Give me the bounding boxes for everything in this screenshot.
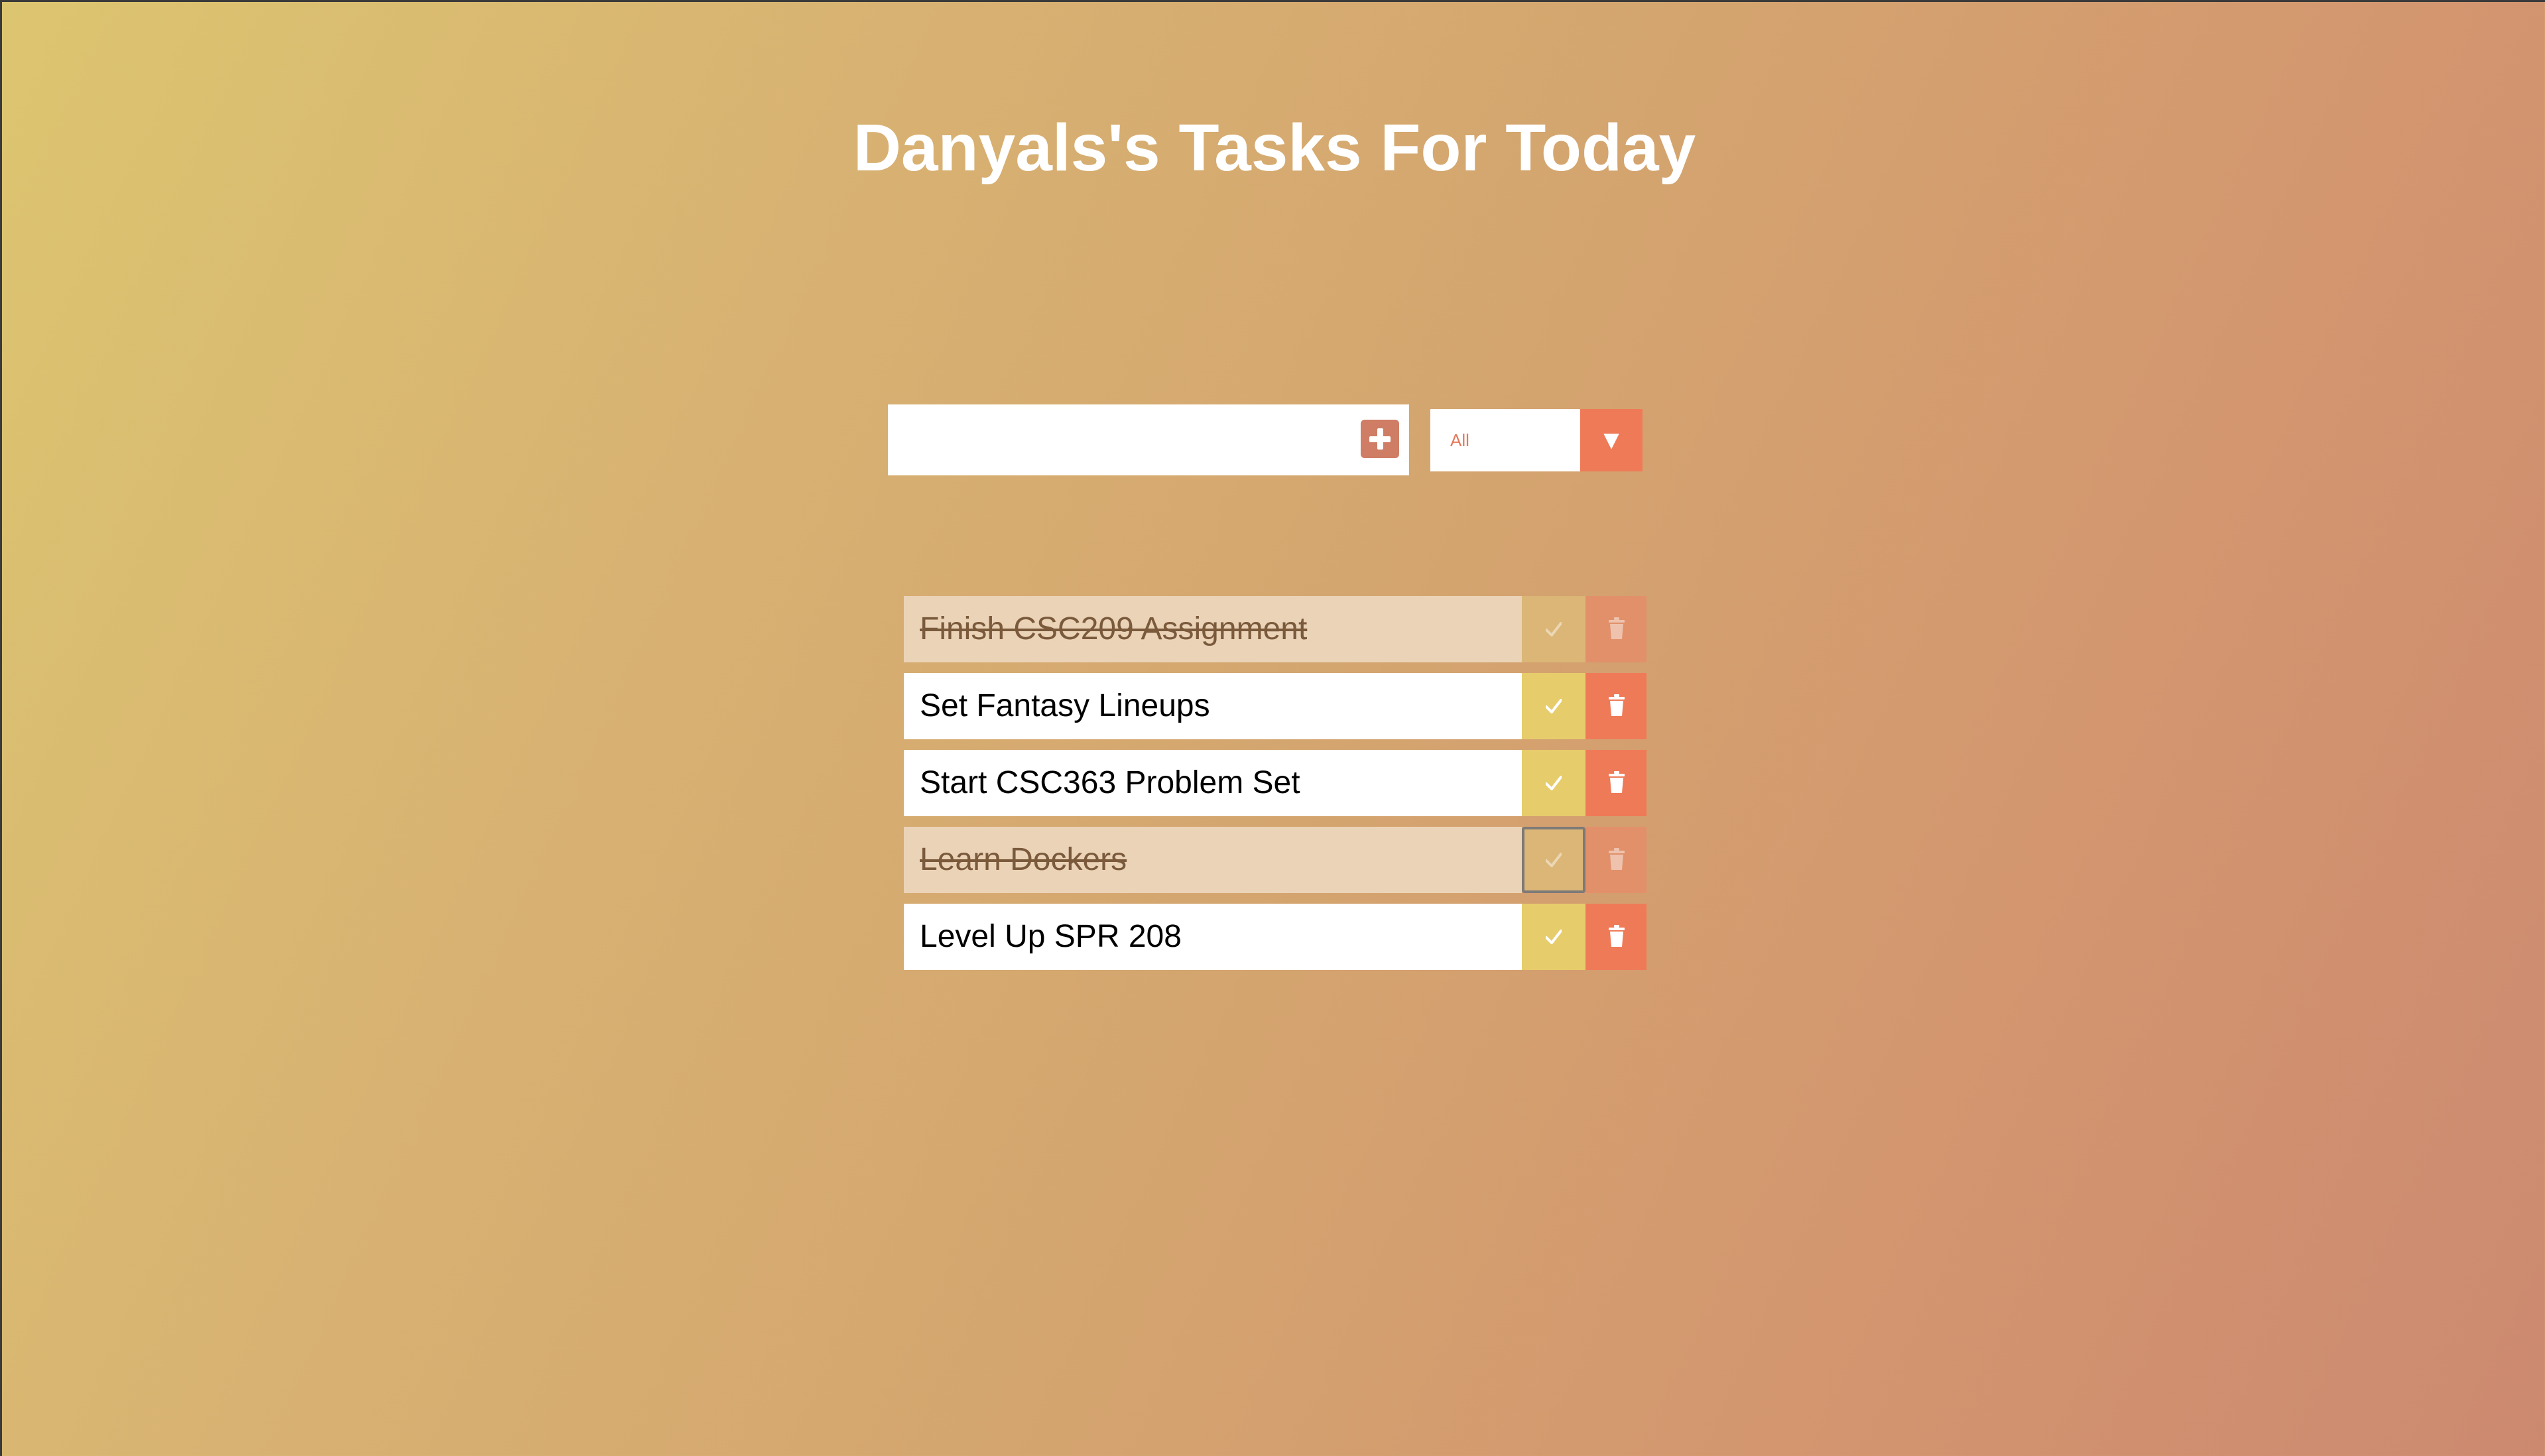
task-input[interactable] [888, 404, 1345, 475]
todo-item-text: Level Up SPR 208 [904, 904, 1522, 970]
filter-select[interactable]: All ▼ [1430, 409, 1643, 471]
todo-item: Finish CSC209 Assignment [904, 596, 1646, 662]
trash-icon [1609, 771, 1625, 793]
add-task-button[interactable] [1361, 420, 1399, 458]
check-icon [1546, 776, 1562, 790]
trash-icon [1609, 694, 1625, 716]
complete-button[interactable] [1522, 904, 1585, 970]
delete-button[interactable] [1585, 750, 1646, 816]
todo-item-text: Finish CSC209 Assignment [904, 596, 1522, 662]
complete-button[interactable] [1522, 827, 1585, 893]
todo-item: Learn Dockers [904, 827, 1646, 893]
check-icon [1546, 699, 1562, 713]
check-icon [1546, 853, 1562, 867]
todo-list: Finish CSC209 Assignment Set Fantasy Lin… [904, 596, 1646, 981]
todo-item: Level Up SPR 208 [904, 904, 1646, 970]
delete-button[interactable] [1585, 673, 1646, 739]
check-icon [1546, 930, 1562, 944]
todo-item: Set Fantasy Lineups [904, 673, 1646, 739]
todo-item: Start CSC363 Problem Set [904, 750, 1646, 816]
delete-button[interactable] [1585, 904, 1646, 970]
trash-icon [1609, 925, 1625, 947]
delete-button[interactable] [1585, 827, 1646, 893]
trash-icon [1609, 848, 1625, 870]
complete-button[interactable] [1522, 673, 1585, 739]
todo-item-text: Start CSC363 Problem Set [904, 750, 1522, 816]
trash-icon [1609, 617, 1625, 639]
todo-item-text: Learn Dockers [904, 827, 1522, 893]
page-title: Danyals's Tasks For Today [853, 111, 1696, 185]
task-input-container [888, 404, 1409, 475]
check-icon [1546, 622, 1562, 637]
complete-button[interactable] [1522, 750, 1585, 816]
filter-selected-value: All [1450, 430, 1469, 450]
todo-item-text: Set Fantasy Lineups [904, 673, 1522, 739]
delete-button[interactable] [1585, 596, 1646, 662]
complete-button[interactable] [1522, 596, 1585, 662]
triangle-down-icon[interactable]: ▼ [1580, 409, 1643, 471]
